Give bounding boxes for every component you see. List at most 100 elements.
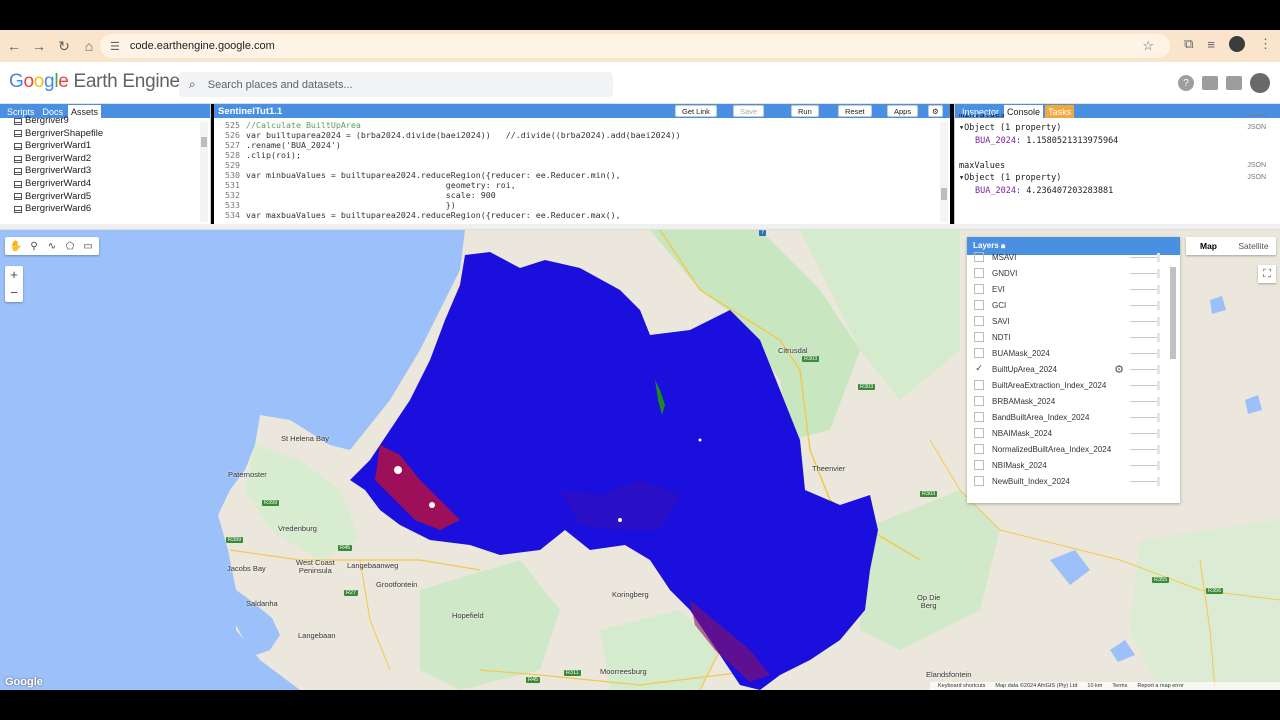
scrollbar-thumb[interactable]	[941, 188, 947, 200]
opacity-slider[interactable]	[1130, 305, 1158, 306]
opacity-slider[interactable]	[1130, 401, 1158, 402]
layer-checkbox[interactable]	[974, 444, 984, 454]
opacity-slider[interactable]	[1130, 321, 1158, 322]
opacity-handle[interactable]	[1157, 445, 1160, 454]
menu-kebab-icon[interactable]: ⋮	[1259, 36, 1272, 52]
forward-icon[interactable]: →	[27, 34, 51, 58]
layer-row[interactable]: ✓ BuiltUpArea_2024 ⚙	[967, 361, 1180, 377]
reset-button[interactable]: Reset	[838, 105, 872, 117]
draw-rectangle-icon[interactable]: ▭	[81, 241, 95, 252]
opacity-slider[interactable]	[1130, 337, 1158, 338]
code-scrollbar[interactable]	[940, 122, 948, 222]
console-object[interactable]: ▾Object (1 property) JSON	[959, 172, 1280, 185]
apps-button[interactable]: Apps	[887, 105, 919, 117]
settings-gear-icon[interactable]: ⚙	[928, 105, 943, 117]
extensions-icon[interactable]: ⧉	[1184, 36, 1193, 52]
reload-icon[interactable]: ↻	[52, 34, 76, 58]
code-body[interactable]: 525 //Calculate BuiltUpArea 526 var builtu…	[214, 118, 950, 220]
tab-assets[interactable]: Assets	[68, 105, 102, 118]
json-toggle[interactable]: JSON	[1247, 114, 1266, 118]
opacity-slider[interactable]	[1130, 433, 1158, 434]
json-toggle[interactable]: JSON	[1247, 160, 1266, 173]
layer-row[interactable]: BUAMask_2024	[967, 345, 1180, 361]
json-toggle[interactable]: JSON	[1247, 172, 1266, 185]
help-icon[interactable]: ?	[1178, 75, 1194, 91]
opacity-handle[interactable]	[1157, 429, 1160, 438]
console-object[interactable]: ▾Object (1 property) JSON	[959, 122, 1280, 135]
layer-checkbox[interactable]	[974, 268, 984, 278]
layer-row[interactable]: EVI	[967, 281, 1180, 297]
layer-checkbox[interactable]	[974, 332, 984, 342]
layer-row[interactable]: MSAVI	[967, 249, 1180, 265]
layer-row[interactable]: BuiltAreaExtraction_Index_2024	[967, 377, 1180, 393]
opacity-handle[interactable]	[1157, 461, 1160, 470]
opacity-handle[interactable]	[1157, 301, 1160, 310]
asset-item[interactable]: BergriverShapefile	[14, 128, 210, 141]
layer-checkbox[interactable]	[974, 348, 984, 358]
opacity-slider[interactable]	[1130, 353, 1158, 354]
home-icon[interactable]: ⌂	[77, 34, 101, 58]
layer-checkbox[interactable]	[974, 476, 984, 486]
run-button[interactable]: Run	[791, 105, 819, 117]
opacity-handle[interactable]	[1157, 477, 1160, 486]
layer-row[interactable]: GNDVI	[967, 265, 1180, 281]
opacity-slider[interactable]	[1130, 289, 1158, 290]
assets-scrollbar[interactable]	[200, 122, 208, 222]
opacity-slider[interactable]	[1130, 465, 1158, 466]
opacity-slider[interactable]	[1130, 257, 1158, 258]
layer-checkbox[interactable]: ✓	[974, 364, 984, 374]
asset-item[interactable]: BergriverWard3	[14, 165, 210, 178]
layer-checkbox[interactable]	[974, 284, 984, 294]
draw-polygon-icon[interactable]: ⬠	[63, 241, 77, 252]
layer-row[interactable]: BandBuiltArea_Index_2024	[967, 409, 1180, 425]
draw-line-icon[interactable]: ∿	[45, 241, 59, 252]
script-title[interactable]: SentinelTut1.1	[214, 106, 282, 117]
layer-checkbox[interactable]	[974, 412, 984, 422]
opacity-slider[interactable]	[1130, 369, 1158, 370]
pan-hand-icon[interactable]: ✋	[9, 241, 23, 252]
notifications-icon[interactable]	[1226, 76, 1242, 90]
layer-row[interactable]: NormalizedBuiltArea_Index_2024	[967, 441, 1180, 457]
site-info-icon[interactable]: ☰	[110, 40, 120, 53]
scrollbar-thumb[interactable]	[201, 137, 207, 147]
json-toggle[interactable]: JSON	[1247, 122, 1266, 135]
opacity-handle[interactable]	[1157, 381, 1160, 390]
media-icon[interactable]: ≡	[1207, 37, 1215, 52]
map-type-map[interactable]: Map	[1186, 237, 1231, 255]
opacity-slider[interactable]	[1130, 449, 1158, 450]
opacity-slider[interactable]	[1130, 385, 1158, 386]
scrollbar-thumb[interactable]	[1170, 267, 1176, 359]
asset-item[interactable]: BergriverWard6	[14, 203, 210, 216]
asset-item[interactable]: BergriverWard1	[14, 140, 210, 153]
opacity-handle[interactable]	[1157, 413, 1160, 422]
layer-checkbox[interactable]	[974, 460, 984, 470]
layers-scrollbar[interactable]	[1170, 259, 1176, 499]
opacity-handle[interactable]	[1157, 397, 1160, 406]
address-bar[interactable]: ☰ code.earthengine.google.com ☆	[100, 34, 1170, 58]
layer-row[interactable]: SAVI	[967, 313, 1180, 329]
layer-checkbox[interactable]	[974, 300, 984, 310]
map-type-satellite[interactable]: Satellite	[1231, 237, 1276, 255]
map-view[interactable]: St Helena Bay Paternoster Vredenburg Wes…	[0, 230, 1280, 690]
opacity-handle[interactable]	[1157, 285, 1160, 294]
get-link-button[interactable]: Get Link	[675, 105, 717, 117]
opacity-handle[interactable]	[1157, 317, 1160, 326]
opacity-handle[interactable]	[1157, 253, 1160, 262]
opacity-handle[interactable]	[1157, 365, 1160, 374]
opacity-slider[interactable]	[1130, 417, 1158, 418]
back-icon[interactable]: ←	[2, 34, 26, 58]
layer-checkbox[interactable]	[974, 380, 984, 390]
fullscreen-icon[interactable]: ⛶	[1258, 265, 1276, 283]
asset-item[interactable]: BergriverWard2	[14, 153, 210, 166]
feedback-icon[interactable]	[1202, 76, 1218, 90]
asset-item[interactable]: BergriverWard4	[14, 178, 210, 191]
search-input[interactable]: ⌕ Search places and datasets...	[179, 72, 613, 97]
layer-checkbox[interactable]	[974, 316, 984, 326]
earth-engine-logo[interactable]: Google Earth Engine	[9, 71, 180, 93]
layer-settings-gear-icon[interactable]: ⚙	[1114, 363, 1124, 376]
report-error-link[interactable]: Report a map error	[1137, 683, 1183, 689]
save-button[interactable]: Save	[733, 105, 765, 117]
asset-item[interactable]: BergriverWard5	[14, 191, 210, 204]
terms-link[interactable]: Terms	[1112, 683, 1127, 689]
profile-avatar[interactable]	[1229, 36, 1245, 52]
